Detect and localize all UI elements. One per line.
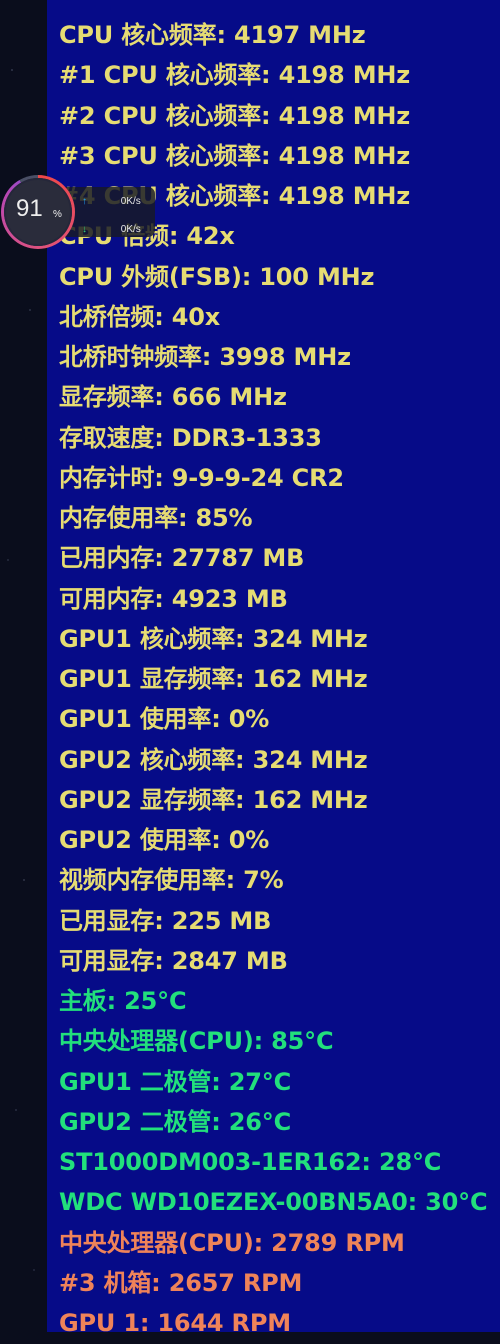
memory-usage: 内存使用率: 85%: [59, 504, 253, 532]
download-speed: 0K/s: [120, 224, 141, 235]
northbridge-clock: 北桥时钟频率: 3998 MHz: [59, 343, 351, 371]
upload-arrow-icon: ↑: [82, 196, 87, 207]
memory-usage-gauge: 91 %: [1, 175, 75, 249]
download-arrow-icon: ↓: [82, 224, 87, 235]
cpu-fsb: CPU 外频(FSB): 100 MHz: [59, 262, 375, 291]
network-memory-widget[interactable]: 91 % ↑ 0K/s ↓ 0K/s: [0, 174, 156, 250]
cpu-temperature: 中央处理器(CPU): 85°C: [59, 1027, 334, 1056]
cpu2-core-frequency: #2 CPU 核心频率: 4198 MHz: [59, 101, 411, 130]
cpu1-core-frequency: #1 CPU 核心频率: 4198 MHz: [59, 61, 411, 90]
gpu1-core-frequency: GPU1 核心频率: 324 MHz: [59, 624, 368, 653]
gpu2-memory-frequency: GPU2 显存频率: 162 MHz: [59, 785, 368, 814]
video-memory-available: 可用显存: 2847 MB: [59, 946, 288, 975]
cpu3-core-frequency: #3 CPU 核心频率: 4198 MHz: [59, 141, 411, 170]
upload-speed: 0K/s: [120, 196, 141, 207]
memory-frequency: 显存频率: 666 MHz: [59, 383, 287, 412]
memory-used: 已用内存: 27787 MB: [59, 544, 305, 573]
chassis3-fan-speed: #3 机箱: 2657 RPM: [59, 1268, 303, 1297]
memory-speed: 存取速度: DDR3-1333: [59, 423, 322, 452]
memory-timing: 内存计时: 9-9-9-24 CR2: [59, 463, 344, 492]
northbridge-multiplier: 北桥倍频: 40x: [59, 302, 221, 331]
gpu1-usage: GPU1 使用率: 0%: [59, 705, 270, 734]
gpu1-memory-frequency: GPU1 显存频率: 162 MHz: [59, 665, 368, 693]
wdc-drive-temperature: WDC WD10EZEX-00BN5A0: 30°C: [59, 1188, 488, 1217]
gpu2-diode-temperature: GPU2 二极管: 26°C: [59, 1107, 291, 1136]
video-memory-usage: 视频内存使用率: 7%: [59, 866, 284, 895]
memory-percent-unit: %: [53, 209, 62, 220]
gpu2-core-frequency: GPU2 核心频率: 324 MHz: [59, 745, 368, 774]
memory-available: 可用内存: 4923 MB: [59, 584, 288, 613]
gpu1-fan-speed: GPU 1: 1644 RPM: [59, 1309, 291, 1337]
gpu2-usage: GPU2 使用率: 0%: [59, 826, 270, 854]
upload-speed-line: ↑ 0K/s: [82, 194, 141, 210]
memory-percent-value: 91: [16, 195, 43, 222]
video-memory-used: 已用显存: 225 MB: [59, 906, 272, 935]
download-speed-line: ↓ 0K/s: [82, 222, 141, 238]
gpu1-diode-temperature: GPU1 二极管: 27°C: [59, 1067, 291, 1096]
cpu-core-frequency: CPU 核心频率: 4197 MHz: [59, 21, 366, 49]
motherboard-temperature: 主板: 25°C: [59, 987, 187, 1015]
cpu-fan-speed: 中央处理器(CPU): 2789 RPM: [59, 1228, 405, 1257]
seagate-drive-temperature: ST1000DM003-1ER162: 28°C: [59, 1148, 442, 1176]
